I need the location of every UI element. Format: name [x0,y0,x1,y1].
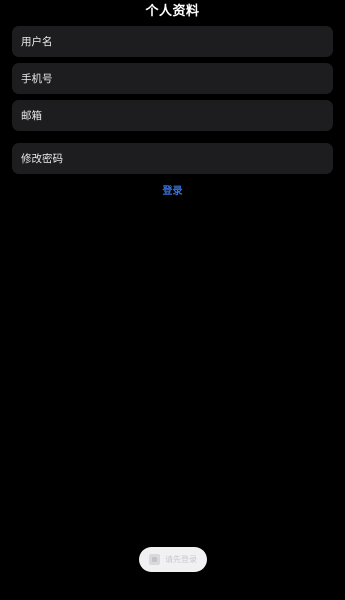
phone-label: 手机号 [21,73,53,85]
header: 个人资料 [0,0,345,19]
toast-text: 请先登录 [165,555,197,564]
username-row[interactable]: 用户名 [12,26,333,57]
page-title: 个人资料 [145,3,200,19]
change-password-row[interactable]: 修改密码 [12,143,333,174]
profile-page: 个人资料 用户名 手机号 邮箱 修改密码 登录 请先登录 [0,0,345,600]
change-password-label: 修改密码 [21,153,63,165]
username-label: 用户名 [21,36,53,48]
email-row[interactable]: 邮箱 [12,100,333,131]
email-label: 邮箱 [21,110,42,122]
phone-row[interactable]: 手机号 [12,63,333,94]
login-required-toast: 请先登录 [139,547,207,572]
app-icon [149,554,160,565]
login-link[interactable]: 登录 [0,182,345,197]
